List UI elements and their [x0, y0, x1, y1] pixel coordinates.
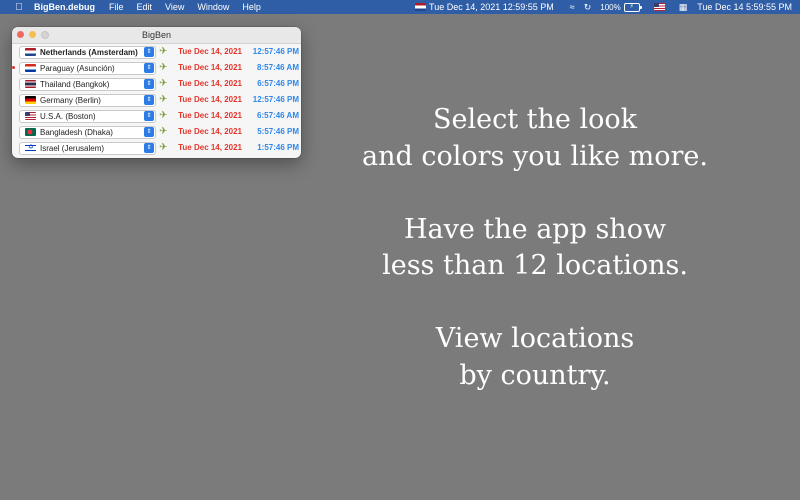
location-date: Tue Dec 14, 2021 [178, 47, 242, 56]
location-row: Israel (Jerusalem) ⇕ ✈ Tue Dec 14, 2021 1:57… [12, 140, 301, 156]
wifi-icon[interactable]: ≈ [570, 2, 575, 12]
location-date: Tue Dec 14, 2021 [178, 63, 242, 72]
status-clock-text: Tue Dec 14, 2021 12:59:55 PM [429, 2, 554, 12]
time-machine-icon[interactable]: ↻ [584, 2, 592, 13]
system-clock[interactable]: Tue Dec 14 5:59:55 PM [697, 2, 792, 12]
location-row: U.S.A. (Boston) ⇕ ✈ Tue Dec 14, 2021 6:57:46… [12, 108, 301, 124]
location-name: Netherlands (Amsterdam) [40, 48, 138, 57]
location-row: Bangladesh (Dhaka) ⇕ ✈ Tue Dec 14, 2021 5:57… [12, 124, 301, 140]
location-popup[interactable]: Germany (Berlin) [19, 94, 156, 107]
location-time: 12:57:46 PM [252, 47, 299, 56]
map-pin-icon[interactable]: ✈ [159, 109, 167, 123]
country-flag-icon [25, 128, 36, 136]
map-pin-icon[interactable]: ✈ [159, 45, 167, 59]
netherlands-flag-icon [415, 3, 427, 11]
country-flag-icon [25, 143, 36, 153]
promo-line: View locations [435, 323, 635, 354]
country-flag-icon [25, 96, 36, 104]
promo-line: by country. [459, 359, 611, 391]
popup-chevron-icon[interactable]: ⇕ [144, 47, 154, 57]
map-pin-icon[interactable]: ✈ [159, 77, 167, 91]
menu-view[interactable]: View [165, 2, 184, 12]
location-popup[interactable]: Israel (Jerusalem) [19, 142, 156, 155]
location-name: Bangladesh (Dhaka) [40, 128, 113, 137]
menu-file[interactable]: File [109, 2, 124, 12]
country-flag-icon [25, 64, 36, 72]
location-row: Germany (Berlin) ⇕ ✈ Tue Dec 14, 2021 12:57:… [12, 92, 301, 108]
country-flag-icon [25, 48, 36, 56]
apple-menu-icon[interactable]:  [12, 2, 26, 13]
popup-chevron-icon[interactable]: ⇕ [144, 111, 154, 121]
app-menu[interactable]: BigBen.debug [34, 2, 95, 12]
country-flag-icon [25, 80, 36, 88]
location-time: 5:57:46 PM [257, 127, 299, 136]
popup-chevron-icon[interactable]: ⇕ [144, 95, 154, 105]
location-popup[interactable]: Bangladesh (Dhaka) [19, 126, 156, 139]
promo-line: and colors you like more. [362, 140, 708, 172]
battery-percent: 100% [600, 2, 621, 12]
menu-window[interactable]: Window [197, 2, 229, 12]
status-clock-item[interactable]: Tue Dec 14, 2021 12:59:55 PM [415, 2, 554, 12]
location-row: Paraguay (Asunción) ⇕ ✈ Tue Dec 14, 2021 8:5… [12, 60, 301, 76]
current-location-marker-icon [12, 66, 15, 69]
location-date: Tue Dec 14, 2021 [178, 111, 242, 120]
control-center-icon[interactable]: ▦ [679, 2, 688, 13]
location-name: Israel (Jerusalem) [40, 144, 105, 153]
promo-line: less than 12 locations. [382, 250, 688, 281]
popup-chevron-icon[interactable]: ⇕ [144, 79, 154, 89]
location-time: 6:57:46 AM [257, 111, 299, 120]
menu-edit[interactable]: Edit [137, 2, 153, 12]
popup-chevron-icon[interactable]: ⇕ [144, 127, 154, 137]
country-flag-icon [25, 112, 36, 120]
location-date: Tue Dec 14, 2021 [178, 127, 242, 136]
location-name: Germany (Berlin) [40, 96, 101, 105]
location-popup[interactable]: U.S.A. (Boston) [19, 110, 156, 123]
location-popup[interactable]: Paraguay (Asunción) [19, 62, 156, 75]
map-pin-icon[interactable]: ✈ [159, 141, 167, 155]
location-date: Tue Dec 14, 2021 [178, 95, 242, 104]
menu-help[interactable]: Help [242, 2, 261, 12]
location-popup[interactable]: Netherlands (Amsterdam) [19, 46, 156, 59]
location-time: 6:57:46 PM [257, 79, 299, 88]
menu-bar:  BigBen.debug File Edit View Window Hel… [0, 0, 800, 14]
input-source-us-flag-icon[interactable] [653, 3, 665, 11]
location-row: Thailand (Bangkok) ⇕ ✈ Tue Dec 14, 2021 6:57… [12, 76, 301, 92]
location-date: Tue Dec 14, 2021 [178, 143, 242, 152]
promo-line: Select the look [433, 104, 637, 135]
popup-chevron-icon[interactable]: ⇕ [144, 143, 154, 153]
window-title: BigBen [141, 30, 172, 40]
location-date: Tue Dec 14, 2021 [178, 79, 242, 88]
map-pin-icon[interactable]: ✈ [159, 93, 167, 107]
location-row: Netherlands (Amsterdam) ⇕ ✈ Tue Dec 14, 202… [12, 44, 301, 60]
map-pin-icon[interactable]: ✈ [159, 125, 167, 139]
window-title-bar[interactable]: BigBen [12, 27, 301, 44]
promo-line: Have the app show [403, 213, 667, 245]
location-time: 1:57:46 PM [257, 143, 299, 152]
location-time: 12:57:46 PM [252, 95, 299, 104]
location-popup[interactable]: Thailand (Bangkok) [19, 78, 156, 91]
location-name: Paraguay (Asunción) [40, 64, 115, 73]
location-name: U.S.A. (Boston) [40, 112, 96, 121]
bigben-window: BigBen Netherlands (Amsterdam) ⇕ ✈ Tue Dec … [12, 27, 301, 158]
map-pin-icon[interactable]: ✈ [159, 61, 167, 75]
promo-text: Select the look and colors you like more… [300, 102, 770, 431]
location-time: 8:57:46 AM [257, 63, 299, 72]
popup-chevron-icon[interactable]: ⇕ [144, 63, 154, 73]
location-list: Netherlands (Amsterdam) ⇕ ✈ Tue Dec 14, 202… [12, 44, 301, 156]
location-name: Thailand (Bangkok) [40, 80, 110, 89]
battery-icon[interactable]: ⚡ [623, 2, 642, 12]
